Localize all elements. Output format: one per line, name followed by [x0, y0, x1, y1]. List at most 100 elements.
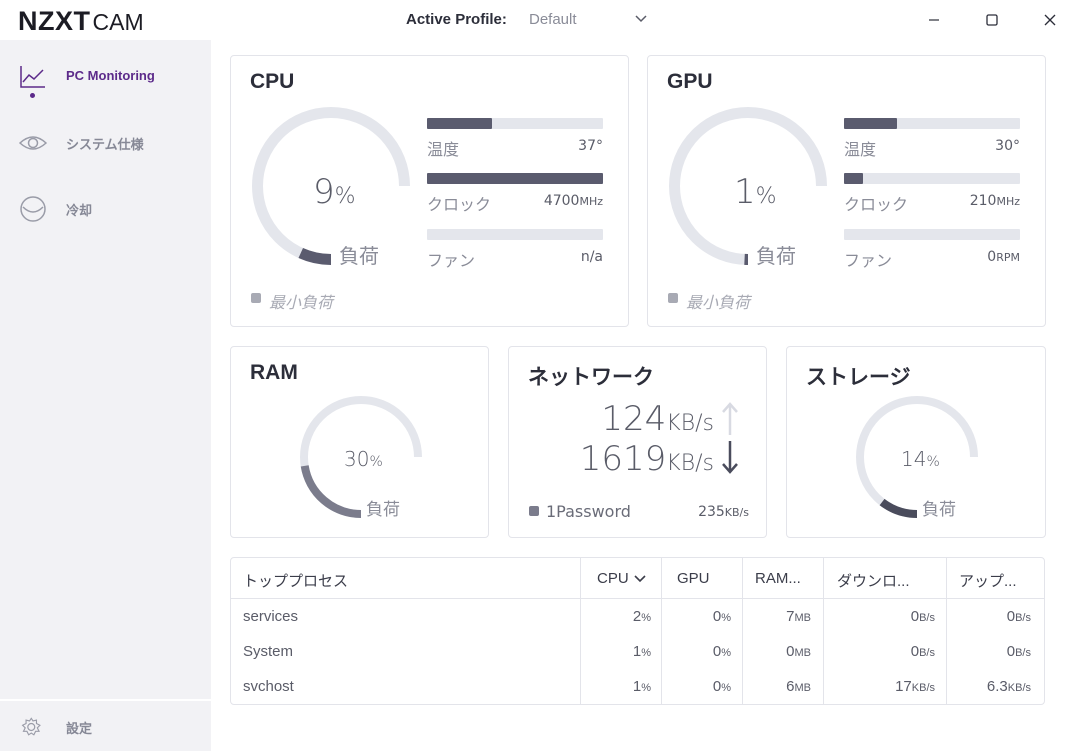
sidebar-item-label: PC Monitoring [66, 68, 155, 83]
network-top-app: 1Password [546, 502, 631, 521]
cpu-temp-label: 温度 [427, 140, 460, 159]
chevron-down-icon[interactable] [632, 10, 650, 28]
active-profile-label: Active Profile: [406, 11, 507, 28]
cpu-min-load-label: 最小負荷 [269, 293, 334, 312]
cpu-clock-label: クロック [427, 195, 492, 214]
bar-fill [427, 173, 603, 184]
gpu-card: GPU 1% 負荷 温度 30° クロック 210MHz ファン 0RPM 最小… [647, 55, 1046, 327]
minimize-button[interactable] [922, 8, 946, 32]
cpu-clock-value: 4700MHz [483, 193, 603, 209]
network-card: ネットワーク 124KB/s 1619KB/s 1Password 235KB/… [508, 346, 767, 538]
column-header-upload[interactable]: アップ... [959, 570, 1017, 591]
cell-unit: KB/s [1007, 682, 1031, 694]
gpu-clock-label: クロック [844, 195, 909, 214]
gpu-temp-label: 温度 [844, 140, 877, 159]
top-processes-table: トッププロセス CPU GPU RAM... ダウンロ... アップ... se… [230, 557, 1045, 705]
cpu-title: CPU [250, 70, 295, 93]
process-cpu: 2% [561, 608, 651, 625]
cell-number: 0 [910, 608, 920, 625]
process-download: 17KB/s [835, 678, 935, 695]
ram-title: RAM [250, 361, 298, 384]
cooling-icon [20, 196, 46, 222]
process-gpu: 0% [641, 608, 731, 625]
legend-swatch [251, 293, 261, 303]
gear-icon [21, 717, 41, 736]
gpu-fan-unit: RPM [996, 251, 1020, 264]
cpu-load-label: 負荷 [339, 244, 379, 268]
cell-number: 0 [712, 643, 722, 660]
column-header-download[interactable]: ダウンロ... [837, 570, 910, 591]
active-profile-select[interactable]: Default [529, 11, 577, 28]
process-name: services [243, 608, 299, 625]
chart-line-icon [20, 66, 45, 88]
process-download: 0B/s [835, 643, 935, 660]
logo-thin-text: CAM [92, 9, 144, 35]
cell-unit: B/s [1015, 612, 1031, 624]
gpu-title: GPU [667, 70, 713, 93]
gpu-fan-value: 0RPM [900, 249, 1020, 265]
column-header-cpu[interactable]: CPU [597, 570, 647, 587]
cell-number: 0 [712, 678, 722, 695]
chevron-down-icon [634, 575, 646, 583]
cell-number: 7 [786, 608, 795, 625]
cpu-load-unit: % [334, 184, 356, 209]
ram-load-number: 30 [344, 447, 370, 471]
top-app-unit: KB/s [724, 506, 749, 519]
cpu-clock-unit: MHz [579, 195, 603, 208]
gpu-load-number: 1 [734, 172, 756, 212]
column-divider [823, 558, 824, 704]
cpu-clock-bar [427, 173, 603, 184]
storage-title: ストレージ [806, 366, 911, 389]
column-header-process[interactable]: トッププロセス [243, 570, 348, 591]
cpu-fan-label: ファン [427, 251, 476, 270]
gpu-clock-value: 210MHz [900, 193, 1020, 209]
cell-number: 0 [1006, 643, 1016, 660]
cell-unit: B/s [1015, 647, 1031, 659]
main-content: CPU 9% 負荷 温度 37° クロック 4700MHz ファン n/a 最小… [211, 40, 1080, 751]
storage-load-number: 14 [901, 447, 927, 471]
network-title: ネットワーク [528, 366, 654, 389]
storage-load-label: 負荷 [922, 500, 956, 520]
process-gpu: 0% [641, 678, 731, 695]
active-indicator-dot [30, 93, 35, 98]
gpu-min-load-label: 最小負荷 [686, 293, 751, 312]
process-cpu: 1% [561, 678, 651, 695]
cpu-clock-number: 4700 [543, 193, 580, 209]
cell-number: 0 [910, 643, 920, 660]
sidebar-item-system-specs[interactable]: システム仕様 [0, 121, 211, 165]
cpu-fan-bar [427, 229, 603, 240]
cpu-fan-value: n/a [580, 249, 603, 265]
maximize-button[interactable] [980, 8, 1004, 32]
network-upload-value: 124KB/s [569, 399, 714, 439]
divider [0, 699, 211, 701]
gpu-load-value: 1% [734, 172, 777, 212]
legend-swatch [529, 506, 539, 516]
ram-card: RAM 30% 負荷 [230, 346, 489, 538]
process-ram: 7MB [721, 608, 811, 625]
settings-button[interactable]: 設定 [0, 705, 211, 749]
gpu-fan-number: 0 [987, 249, 997, 265]
process-ram: 6MB [721, 678, 811, 695]
network-top-app-value: 235KB/s [659, 504, 749, 520]
app-logo: NZXTCAM [18, 6, 144, 37]
cpu-card: CPU 9% 負荷 温度 37° クロック 4700MHz ファン n/a 最小… [230, 55, 629, 327]
close-button[interactable] [1038, 8, 1062, 32]
cpu-temp-bar [427, 118, 603, 129]
process-upload: 0B/s [931, 608, 1031, 625]
gpu-fan-bar [844, 229, 1020, 240]
cpu-load-value: 9% [313, 172, 356, 212]
column-header-gpu[interactable]: GPU [677, 570, 710, 587]
cpu-load-number: 9 [313, 172, 335, 212]
bar-fill [844, 118, 897, 129]
cell-number: 2 [632, 608, 642, 625]
cell-number: 1 [632, 643, 642, 660]
process-cpu: 1% [561, 643, 651, 660]
sidebar-item-cooling[interactable]: 冷却 [0, 187, 211, 231]
network-download-value: 1619KB/s [549, 439, 714, 479]
logo-bold-text: NZXT [18, 6, 91, 36]
storage-load-unit: % [926, 454, 940, 470]
download-number: 1619 [579, 439, 667, 479]
ram-load-unit: % [369, 454, 383, 470]
process-name: System [243, 643, 294, 660]
column-header-ram[interactable]: RAM... [755, 570, 801, 587]
